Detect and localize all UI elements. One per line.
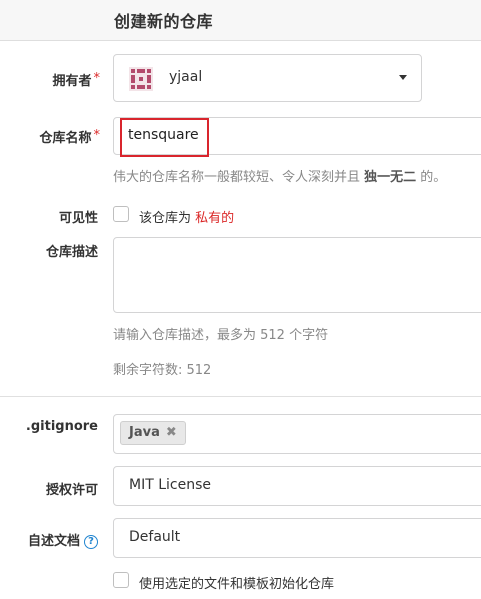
- owner-name: yjaal: [169, 69, 203, 85]
- repo-name-value: tensquare: [128, 127, 199, 143]
- readme-label: 自述文档?: [28, 530, 98, 549]
- repo-name-help-strong: 独一无二: [364, 170, 417, 185]
- visibility-label: 可见性: [58, 211, 98, 226]
- readme-value: Default: [129, 529, 181, 545]
- description-help: 请输入仓库描述，最多为 512 个字符: [113, 328, 329, 343]
- init-checkbox[interactable]: [113, 572, 129, 588]
- section-divider: [0, 396, 481, 397]
- init-checkbox-label[interactable]: 使用选定的文件和模板初始化仓库: [139, 573, 334, 592]
- page-header: 创建新的仓库: [0, 0, 481, 41]
- required-mark: *: [93, 71, 101, 86]
- owner-avatar-icon: [129, 67, 153, 91]
- owner-label: 拥有者 *: [52, 70, 100, 89]
- readme-label-text: 自述文档: [27, 534, 80, 549]
- readme-dropdown[interactable]: Default: [113, 518, 481, 558]
- owner-dropdown[interactable]: yjaal: [113, 54, 422, 102]
- license-label: 授权许可: [45, 483, 98, 498]
- dropdown-caret-icon: [399, 75, 407, 80]
- private-checkbox-label[interactable]: 该仓库为 私有的: [139, 207, 234, 226]
- remove-tag-icon[interactable]: ✖: [166, 425, 177, 440]
- page-title: 创建新的仓库: [114, 12, 214, 31]
- required-mark: *: [93, 128, 101, 143]
- gitignore-label: .gitignore: [25, 419, 98, 434]
- private-text: 私有的: [195, 211, 235, 226]
- owner-label-text: 拥有者: [52, 74, 92, 89]
- gitignore-tag-text: Java: [129, 425, 160, 440]
- description-remaining: 剩余字符数: 512: [113, 363, 212, 378]
- repo-name-help: 伟大的仓库名称一般都较短、令人深刻并且 独一无二 的。: [113, 166, 446, 185]
- repo-name-label-text: 仓库名称: [39, 131, 92, 146]
- repo-name-help-suffix: 的。: [416, 170, 447, 185]
- private-checkbox[interactable]: [113, 206, 129, 222]
- license-dropdown[interactable]: MIT License: [113, 466, 481, 506]
- description-label: 仓库描述: [45, 245, 98, 260]
- description-textarea[interactable]: [113, 237, 481, 313]
- question-circle-icon[interactable]: ?: [84, 535, 98, 549]
- repo-name-help-prefix: 伟大的仓库名称一般都较短、令人深刻并且: [113, 170, 365, 185]
- gitignore-tag: Java ✖: [120, 421, 186, 445]
- license-value: MIT License: [129, 477, 211, 493]
- repo-name-label: 仓库名称 *: [39, 127, 100, 146]
- private-checkbox-text: 该仓库为: [139, 211, 196, 226]
